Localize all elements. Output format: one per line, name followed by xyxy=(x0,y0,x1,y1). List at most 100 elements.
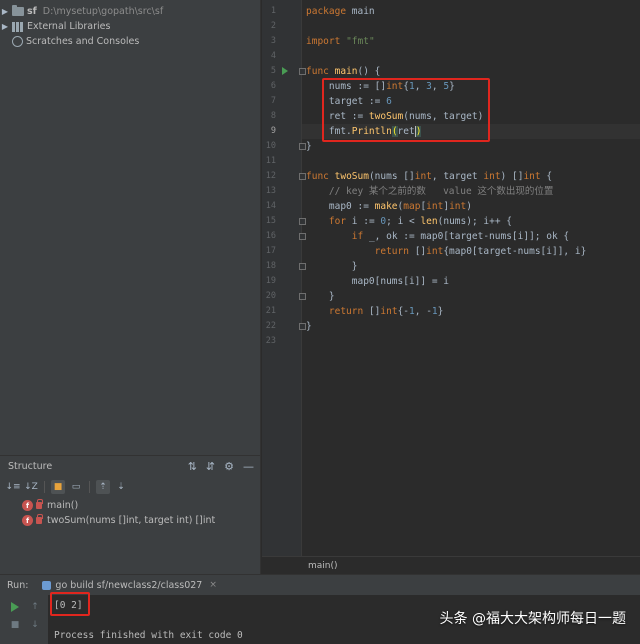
line-number: 12 xyxy=(265,171,276,181)
autoscroll-to-source-icon[interactable]: ⇡ xyxy=(96,480,110,494)
line-number: 21 xyxy=(265,306,276,316)
line-number: 11 xyxy=(265,156,276,166)
library-icon xyxy=(12,21,24,32)
fold-icon[interactable] xyxy=(299,173,306,180)
project-root-path: D:\mysetup\gopath\src\sf xyxy=(42,6,164,17)
sort-by-type-icon[interactable]: ↓≡ xyxy=(5,480,20,494)
stop-icon[interactable]: ■ xyxy=(9,619,21,631)
code-line-1: package main xyxy=(306,6,375,17)
code-line-16: if _, ok := map0[target-nums[i]]; ok { xyxy=(351,231,570,242)
line-number: 23 xyxy=(265,336,276,346)
code-area[interactable]: package main import "fmt" func main() { … xyxy=(306,4,586,332)
code-line-5: func main() { xyxy=(306,66,381,77)
sort-alphabetically-icon[interactable]: ↓Z xyxy=(24,480,38,494)
code-line-13: // key 某个之前的数 value 这个数出现的位置 xyxy=(328,186,554,197)
code-line-20: } xyxy=(306,291,335,302)
project-root-row[interactable]: ▶ sf D:\mysetup\gopath\src\sf xyxy=(0,4,163,19)
structure-panel: Structure ⇅ ⇵ ⚙ — ↓≡ ↓Z ■ ▭ ⇡ ⇣ f main()… xyxy=(0,455,261,574)
breadcrumb[interactable]: main() xyxy=(262,556,640,574)
minimize-icon[interactable]: — xyxy=(243,460,254,473)
code-line-3: import "fmt" xyxy=(306,36,375,47)
autoscroll-from-source-icon[interactable]: ⇣ xyxy=(114,480,128,494)
run-label: Run: xyxy=(7,579,29,591)
line-number: 4 xyxy=(270,51,276,61)
structure-item-label: twoSum(nums []int, target int) []int xyxy=(47,515,216,526)
show-package-icon[interactable]: ▭ xyxy=(69,480,83,494)
folder-icon xyxy=(12,5,24,16)
scroll-down-icon[interactable]: ↓ xyxy=(29,619,41,631)
line-number: 22 xyxy=(265,321,276,331)
go-file-icon xyxy=(42,580,52,590)
project-panel: ▶ sf D:\mysetup\gopath\src\sf ▶ External… xyxy=(0,0,261,455)
tree-item-external-libraries[interactable]: ▶ External Libraries xyxy=(0,19,111,34)
fold-icon[interactable] xyxy=(299,218,306,225)
fold-icon[interactable] xyxy=(299,68,306,75)
line-number: 17 xyxy=(265,246,276,256)
structure-toolbar: ↓≡ ↓Z ■ ▭ ⇡ ⇣ xyxy=(5,477,128,497)
watermark: 头条 @福大大架构师每日一题 xyxy=(439,611,626,627)
code-line-10: } xyxy=(306,141,312,152)
line-number: 7 xyxy=(270,96,276,106)
highlight-box-main-body xyxy=(322,78,490,142)
line-number: 2 xyxy=(270,21,276,31)
run-header: Run: go build sf/newclass2/class027 × xyxy=(0,575,640,595)
function-icon: f xyxy=(22,500,33,511)
console-line: Process finished with exit code 0 xyxy=(54,630,243,641)
tree-item-label: External Libraries xyxy=(27,21,111,32)
close-icon[interactable]: × xyxy=(209,580,217,590)
lock-icon xyxy=(36,514,43,524)
run-tab[interactable]: go build sf/newclass2/class027 × xyxy=(42,579,217,591)
fold-icon[interactable] xyxy=(299,293,306,300)
code-line-17: return []int{map0[target-nums[i]], i} xyxy=(374,246,587,257)
line-number: 13 xyxy=(265,186,276,196)
lock-icon xyxy=(36,499,43,509)
scratch-icon xyxy=(12,36,23,47)
editor-gutter: 1 2 3 4 5 6 7 8 9 10 11 12 13 14 15 16 1… xyxy=(262,0,306,574)
tree-item-label: Scratches and Consoles xyxy=(26,36,140,47)
code-line-18: } xyxy=(306,261,358,272)
line-number: 5 xyxy=(270,66,276,76)
structure-item-label: main() xyxy=(47,500,79,511)
code-line-14: map0 := make(map[int]int) xyxy=(306,201,472,212)
line-number: 16 xyxy=(265,231,276,241)
scroll-up-icon[interactable]: ↑ xyxy=(29,601,41,613)
structure-title: Structure xyxy=(8,461,53,472)
code-line-21: return []int{-1, -1} xyxy=(328,306,444,317)
project-root-name: sf xyxy=(27,6,37,17)
line-number: 3 xyxy=(270,36,276,46)
line-number: 14 xyxy=(265,201,276,211)
code-line-22: } xyxy=(306,321,312,332)
function-icon: f xyxy=(22,515,33,526)
run-tab-label: go build sf/newclass2/class027 xyxy=(55,579,203,591)
chevron-right-icon[interactable]: ▶ xyxy=(0,22,10,31)
collapse-all-icon[interactable]: ⇵ xyxy=(206,460,215,473)
rerun-icon[interactable] xyxy=(9,601,21,613)
line-number: 9 xyxy=(270,126,276,136)
run-toolbar: ↑ ■ ↓ xyxy=(0,595,48,644)
fold-icon[interactable] xyxy=(299,263,306,270)
line-number: 8 xyxy=(270,111,276,121)
gear-icon[interactable]: ⚙ xyxy=(224,460,234,473)
show-fields-icon[interactable]: ■ xyxy=(51,480,65,494)
line-number: 18 xyxy=(265,261,276,271)
highlight-box-output xyxy=(50,592,90,616)
code-line-15: for i := 0; i < len(nums); i++ { xyxy=(328,216,512,227)
tree-item-scratches[interactable]: Scratches and Consoles xyxy=(0,34,139,49)
line-number: 15 xyxy=(265,216,276,226)
chevron-right-icon[interactable]: ▶ xyxy=(0,7,10,16)
fold-icon[interactable] xyxy=(299,143,306,150)
line-number: 19 xyxy=(265,276,276,286)
line-number: 20 xyxy=(265,291,276,301)
line-number: 1 xyxy=(270,6,276,16)
structure-item-twosum[interactable]: f twoSum(nums []int, target int) []int xyxy=(22,513,215,528)
line-number: 6 xyxy=(270,81,276,91)
structure-item-main[interactable]: f main() xyxy=(22,498,78,513)
expand-all-icon[interactable]: ⇅ xyxy=(188,460,197,473)
run-main-icon[interactable] xyxy=(282,67,288,75)
structure-header-tools: ⇅ ⇵ ⚙ — xyxy=(188,460,254,473)
code-line-12: func twoSum(nums []int, target int) []in… xyxy=(306,171,553,182)
fold-icon[interactable] xyxy=(299,323,306,330)
breadcrumb-item[interactable]: main() xyxy=(308,561,338,571)
code-editor[interactable]: 1 2 3 4 5 6 7 8 9 10 11 12 13 14 15 16 1… xyxy=(262,0,640,574)
fold-icon[interactable] xyxy=(299,233,306,240)
